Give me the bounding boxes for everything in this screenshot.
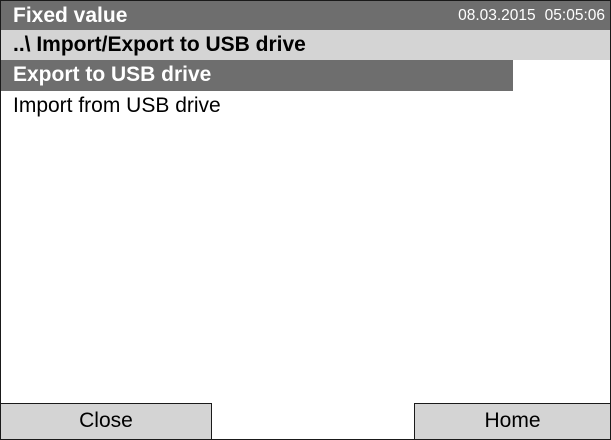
time-text: 05:05:06 [544,7,605,24]
menu-item-label: Import from USB drive [13,94,221,117]
home-button[interactable]: Home [414,403,611,439]
menu-item-label: Export to USB drive [13,63,212,86]
menu-item-export-usb[interactable]: Export to USB drive [1,60,513,91]
close-button[interactable]: Close [0,403,212,439]
mode-title: Fixed value [13,4,128,27]
breadcrumb-path: ..\ Import/Export to USB drive [13,33,306,56]
breadcrumb[interactable]: ..\ Import/Export to USB drive [1,30,610,60]
title-bar: Fixed value 08.03.2015 05:05:06 [1,1,610,30]
controller-screen: Fixed value 08.03.2015 05:05:06 ..\ Impor… [0,0,611,440]
datetime-display: 08.03.2015 05:05:06 [458,7,605,25]
menu-item-import-usb[interactable]: Import from USB drive [1,91,610,122]
softkey-bar: Close Home [0,403,611,439]
menu-list: Export to USB drive Import from USB driv… [1,60,610,122]
date-text: 08.03.2015 [458,7,536,24]
